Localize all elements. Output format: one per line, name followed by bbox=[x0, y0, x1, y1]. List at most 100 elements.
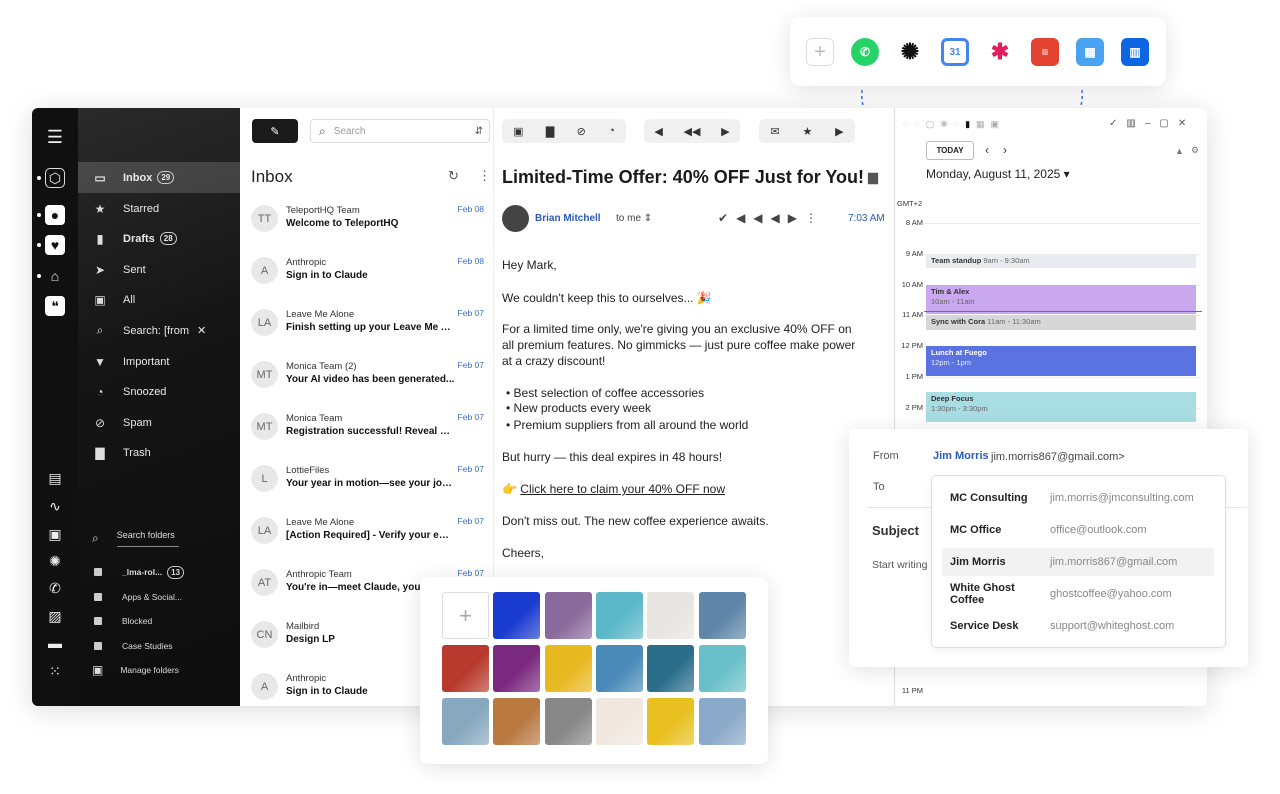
refresh-icon[interactable]: ↻ bbox=[448, 168, 459, 184]
close-icon[interactable]: ✕ bbox=[1178, 118, 1195, 129]
folder-item[interactable]: _lma-rol... 13 bbox=[78, 560, 240, 584]
folder-item[interactable]: Blocked bbox=[78, 609, 240, 633]
calendar-event[interactable]: Deep Focus 1:30pm - 3:30pm bbox=[926, 392, 1196, 423]
image-thumbnail[interactable] bbox=[544, 592, 592, 639]
contact-item[interactable]: MC Consulting jim.morris@jmconsulting.com bbox=[942, 484, 1214, 512]
image-thumbnail[interactable] bbox=[544, 645, 592, 692]
sidebar-item-drafts[interactable]: ▮ Drafts 28 bbox=[78, 223, 240, 254]
image-thumbnail[interactable] bbox=[493, 592, 541, 639]
image-thumbnail[interactable] bbox=[698, 592, 746, 639]
apps-grid-icon[interactable]: ⁙ bbox=[45, 661, 65, 681]
sidebar-item-starred[interactable]: ★ Starred bbox=[78, 193, 240, 224]
openai-icon[interactable]: ✺ bbox=[45, 551, 65, 571]
table-row[interactable]: TT TeleportHQ Team Welcome to TeleportHQ Fe… bbox=[240, 197, 494, 249]
image-thumbnail[interactable] bbox=[442, 645, 489, 692]
recipient-toggle[interactable]: to me ⇕ bbox=[616, 213, 652, 224]
sidebar-item-inbox[interactable]: ▭ Inbox 29 bbox=[78, 162, 240, 193]
more-options-icon[interactable]: ⋮ bbox=[478, 168, 491, 184]
image-thumbnail[interactable] bbox=[647, 592, 695, 639]
slack-icon[interactable]: ✱ bbox=[986, 38, 1014, 66]
calendar-date[interactable]: Monday, August 11, 2025 ▾ bbox=[926, 167, 1070, 181]
image-thumbnail[interactable] bbox=[442, 698, 489, 745]
google-calendar-icon[interactable]: 31 bbox=[941, 38, 969, 66]
contact-item[interactable]: White Ghost Coffee ghostcoffee@yahoo.com bbox=[942, 580, 1214, 608]
forward-icon[interactable]: ▶ bbox=[788, 211, 805, 225]
calendar-icon[interactable]: ▣ bbox=[45, 524, 65, 544]
search-input[interactable]: Search bbox=[334, 126, 475, 137]
table-row[interactable]: MT Monica Team (2) Your AI video has been … bbox=[240, 353, 494, 405]
body-input[interactable]: Start writing bbox=[872, 559, 927, 571]
account-4-icon[interactable]: ⌂ bbox=[45, 266, 65, 286]
maximize-icon[interactable]: ▢ bbox=[1159, 118, 1177, 129]
todoist-icon[interactable]: ▨ bbox=[45, 606, 65, 626]
image-thumbnail[interactable] bbox=[595, 592, 643, 639]
table-row[interactable]: MT Monica Team Registration successful! Re… bbox=[240, 405, 494, 457]
add-integration-button[interactable]: + bbox=[806, 38, 834, 66]
sidebar-item-snoozed[interactable]: ◔ Snoozed bbox=[78, 376, 240, 407]
whatsapp-icon[interactable]: ✆ bbox=[851, 38, 879, 66]
sidebar-toggle-icon[interactable]: ▥ bbox=[1126, 118, 1144, 129]
image-thumbnail[interactable] bbox=[647, 698, 695, 745]
clock-icon[interactable]: ◔ bbox=[608, 125, 615, 137]
block-icon[interactable]: ⊘ bbox=[577, 125, 586, 138]
cta-link[interactable]: Click here to claim your 40% OFF now bbox=[520, 482, 725, 496]
sidebar-item-spam[interactable]: ⊘ Spam bbox=[78, 407, 240, 438]
chevron-left-icon[interactable]: ‹ bbox=[985, 143, 989, 157]
close-icon[interactable]: ✕ bbox=[197, 324, 206, 337]
compose-button[interactable]: ✎ bbox=[252, 119, 298, 143]
from-name[interactable]: Jim Morris bbox=[933, 450, 989, 462]
image-thumbnail[interactable] bbox=[493, 698, 541, 745]
whatsapp-icon[interactable]: ✆ bbox=[45, 578, 65, 598]
table-row[interactable]: LA Leave Me Alone Finish setting up your L… bbox=[240, 301, 494, 353]
contact-item[interactable]: Service Desk support@whiteghost.com bbox=[942, 612, 1214, 640]
archive-icon[interactable]: ▣ bbox=[513, 125, 523, 138]
label-icon[interactable]: ▶ bbox=[835, 125, 843, 138]
sidebar-item-sent[interactable]: ➤ Sent bbox=[78, 254, 240, 285]
table-row[interactable]: LA Leave Me Alone [Action Required] - Veri… bbox=[240, 509, 494, 561]
search-bar[interactable]: ⌕ Search ⇵ bbox=[310, 119, 490, 143]
todoist-icon[interactable]: ≡ bbox=[1031, 38, 1059, 66]
today-button[interactable]: TODAY bbox=[926, 141, 974, 160]
calendar-event[interactable]: Team standup 9am - 9:30am bbox=[926, 253, 1196, 269]
reply-icon[interactable]: ◀ bbox=[736, 211, 753, 225]
image-thumbnail[interactable] bbox=[698, 645, 746, 692]
calendar-event[interactable]: Lunch at Fuego 12pm - 1pm bbox=[926, 346, 1196, 376]
contact-item[interactable]: Jim Morris jim.morris867@gmail.com bbox=[942, 548, 1214, 576]
reply-icon[interactable]: ◀ bbox=[654, 125, 662, 138]
image-thumbnail[interactable] bbox=[595, 645, 643, 692]
filter-icon[interactable]: ⇵ bbox=[475, 126, 483, 137]
keyboard-icon[interactable]: ▬ bbox=[45, 633, 65, 653]
calendar-event[interactable]: Sync with Cora 11am - 11:30am bbox=[926, 315, 1196, 330]
move-to-folder-icon[interactable]: ▆ bbox=[868, 169, 878, 185]
check-icon[interactable]: ✓ bbox=[1109, 118, 1126, 129]
bell-icon[interactable]: ▲ bbox=[1175, 146, 1184, 156]
account-all-icon[interactable]: ⬡ bbox=[45, 168, 65, 188]
calendar-app-icon[interactable]: ▦ bbox=[1076, 38, 1104, 66]
table-row[interactable]: L LottieFiles Your year in motion—see your… bbox=[240, 457, 494, 509]
account-2-icon[interactable]: ● bbox=[45, 205, 65, 225]
mark-read-icon[interactable]: ✉ bbox=[770, 125, 779, 138]
table-row[interactable]: A Anthropic Sign in to Claude Feb 08 bbox=[240, 249, 494, 301]
mark-done-icon[interactable]: ✔ bbox=[718, 211, 736, 225]
trello-icon[interactable]: ▥ bbox=[1121, 38, 1149, 66]
sender-name[interactable]: Brian Mitchell bbox=[535, 213, 601, 224]
account-5-icon[interactable]: ❝ bbox=[45, 296, 65, 316]
notes-icon[interactable]: ▤ bbox=[45, 468, 65, 488]
folder-item[interactable]: Apps & Social... bbox=[78, 585, 240, 609]
folder-search[interactable]: ⌕ Search folders bbox=[78, 526, 240, 550]
sidebar-item-all[interactable]: ▣ All bbox=[78, 284, 240, 315]
minimize-icon[interactable]: – bbox=[1145, 118, 1160, 129]
contact-item[interactable]: MC Office office@outlook.com bbox=[942, 516, 1214, 544]
activity-icon[interactable]: ∿ bbox=[45, 496, 65, 516]
sidebar-item-trash[interactable]: ▇ Trash bbox=[78, 437, 240, 468]
star-icon[interactable]: ★ bbox=[802, 125, 812, 138]
sidebar-item-search[interactable]: ⌕ Search: [from ✕ bbox=[78, 315, 240, 346]
chevron-right-icon[interactable]: › bbox=[1003, 143, 1007, 157]
menu-icon[interactable]: ☰ bbox=[45, 127, 65, 147]
forward-icon[interactable]: ▶ bbox=[721, 125, 729, 138]
add-image-button[interactable]: + bbox=[442, 592, 489, 639]
openai-icon[interactable]: ✺ bbox=[896, 38, 924, 66]
sidebar-item-important[interactable]: ▼ Important bbox=[78, 346, 240, 377]
folder-item[interactable]: Case Studies bbox=[78, 634, 240, 658]
image-thumbnail[interactable] bbox=[595, 698, 643, 745]
